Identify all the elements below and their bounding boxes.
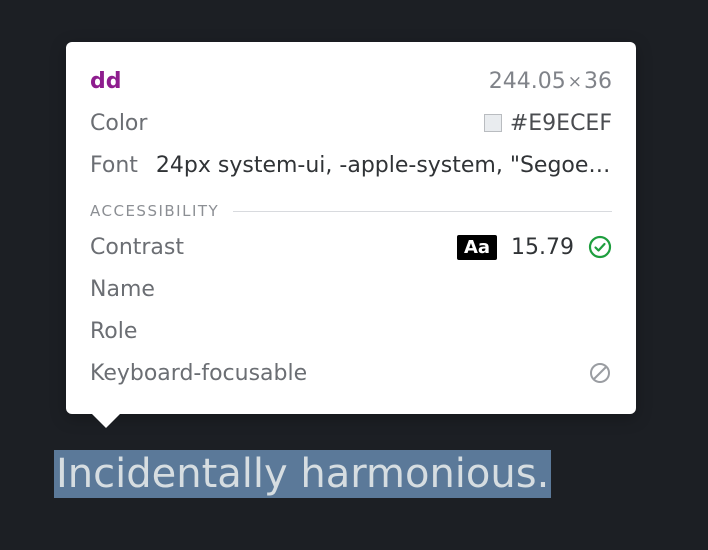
name-row: Name: [90, 268, 612, 310]
element-dimensions: 244.05×36: [489, 69, 612, 94]
font-value: 24px system-ui, -apple-system, "Segoe…: [156, 153, 612, 178]
name-label: Name: [90, 277, 155, 302]
font-row: Font 24px system-ui, -apple-system, "Seg…: [90, 144, 612, 186]
header-row: dd 244.05×36: [90, 60, 612, 102]
color-label: Color: [90, 111, 147, 136]
role-label: Role: [90, 319, 137, 344]
section-divider: [233, 211, 612, 212]
font-label: Font: [90, 153, 138, 178]
color-swatch-icon: [484, 114, 502, 132]
element-inspector-tooltip: dd 244.05×36 Color #E9ECEF Font 24px sys…: [66, 42, 636, 414]
role-row: Role: [90, 310, 612, 352]
keyboard-focusable-label: Keyboard-focusable: [90, 361, 307, 386]
contrast-label: Contrast: [90, 235, 184, 260]
accessibility-section-label: ACCESSIBILITY: [90, 202, 219, 220]
highlighted-element[interactable]: Incidentally harmonious.: [54, 450, 551, 498]
accessibility-section-header: ACCESSIBILITY: [90, 202, 612, 220]
element-tag: dd: [90, 69, 122, 94]
contrast-badge: Aa: [457, 235, 497, 260]
not-focusable-icon: [588, 361, 612, 385]
contrast-ratio: 15.79: [511, 235, 574, 260]
checkmark-pass-icon: [588, 235, 612, 259]
color-row: Color #E9ECEF: [90, 102, 612, 144]
keyboard-focusable-row: Keyboard-focusable: [90, 352, 612, 394]
color-value: #E9ECEF: [484, 111, 612, 136]
contrast-value: Aa 15.79: [457, 235, 612, 260]
contrast-row: Contrast Aa 15.79: [90, 226, 612, 268]
